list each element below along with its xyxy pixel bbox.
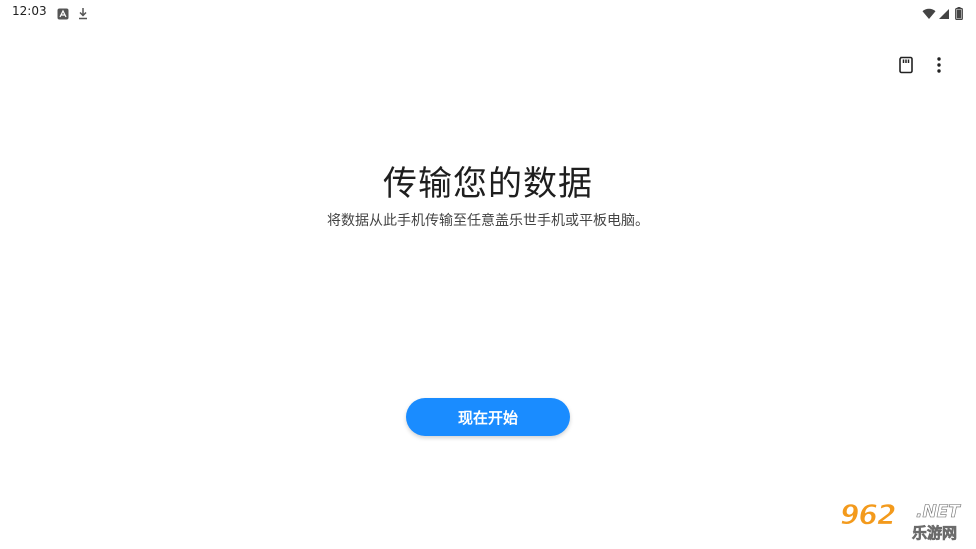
status-time: 12:03 (12, 4, 47, 18)
watermark-number: 962 (839, 498, 896, 532)
start-now-button[interactable]: 现在开始 (406, 398, 570, 436)
watermark-chinese: 乐游网 (912, 524, 958, 543)
battery-icon (955, 5, 963, 21)
watermark-logo: 962 .NET 乐游网 (836, 498, 970, 543)
signal-icon (938, 5, 950, 19)
sd-card-icon (898, 56, 914, 78)
page-title: 传输您的数据 (383, 164, 593, 204)
more-vert-icon (936, 56, 942, 78)
wifi-icon (922, 5, 936, 19)
more-options-button[interactable] (926, 54, 952, 80)
download-icon (77, 5, 89, 20)
status-bar: 12:03 (0, 0, 976, 24)
watermark-suffix: .NET (916, 502, 961, 523)
sd-card-button[interactable] (893, 54, 919, 80)
notification-a-icon (57, 5, 69, 20)
page-subtitle: 将数据从此手机传输至任意盖乐世手机或平板电脑。 (327, 213, 649, 229)
